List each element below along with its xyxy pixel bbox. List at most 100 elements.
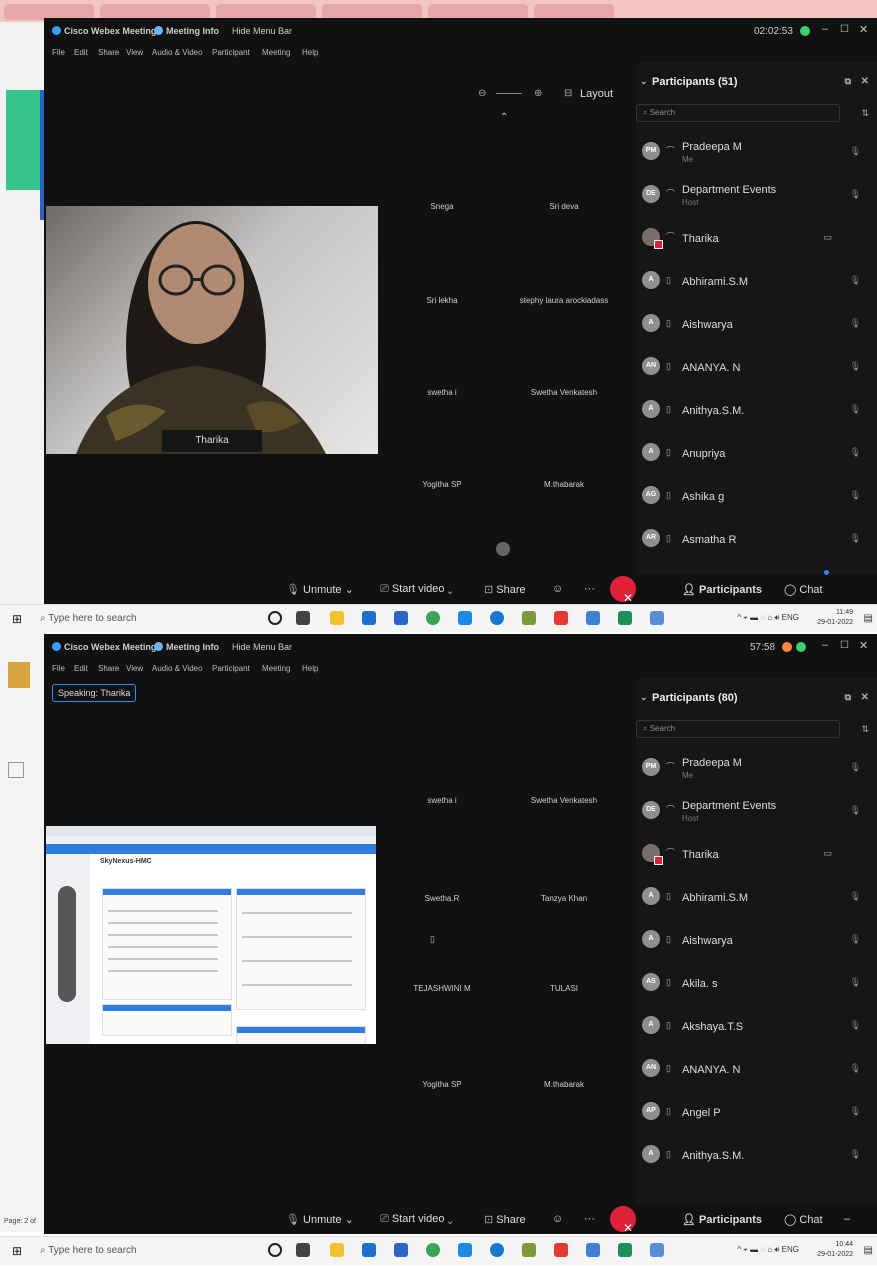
app-icon[interactable] [522,611,536,625]
mail-icon[interactable] [394,1243,408,1257]
minimize-button[interactable]: – [822,23,828,35]
hide-menu-bar-button[interactable]: Hide Menu Bar [232,26,292,36]
app-icon[interactable] [458,611,472,625]
mic-muted-icon[interactable]: 🎙︎ [850,1063,861,1074]
participants-button[interactable]: 👤︎ Participants [682,1213,762,1226]
close-button[interactable]: ✕ [859,639,868,652]
menu-participant[interactable]: Participant [212,664,250,673]
chevron-down-icon[interactable]: ⌄ [640,692,648,703]
webex-taskbar-icon[interactable] [618,1243,632,1257]
unmute-button[interactable]: 🎙︎ Unmute ⌄ [286,583,354,596]
file-explorer-icon[interactable] [330,611,344,625]
close-panel-icon[interactable]: ✕ [861,692,869,703]
sort-icon[interactable]: ⇅ [861,108,869,119]
start-video-button[interactable]: ⎚ Start video ⌄ [380,583,453,596]
menu-file[interactable]: File [52,664,65,673]
mic-muted-icon[interactable]: 🎙︎ [850,805,861,816]
chat-button[interactable]: ◯ Chat [784,583,823,596]
share-button[interactable]: ⊡ Share [484,583,526,596]
office-icon[interactable] [554,611,568,625]
mic-muted-icon[interactable]: 🎙︎ [850,1020,861,1031]
participant-row[interactable]: AN ▯ ANANYA. N 🎙︎ [636,347,877,387]
participant-search-input[interactable]: ⌕ Search [636,720,840,738]
hide-menu-bar-button[interactable]: Hide Menu Bar [232,642,292,652]
mail-icon[interactable] [394,611,408,625]
menu-audio-video[interactable]: Audio & Video [152,664,203,673]
office-icon[interactable] [554,1243,568,1257]
taskbar-search[interactable]: ⌕ Type here to search [40,608,252,629]
paste-icon[interactable] [8,662,30,688]
end-meeting-button[interactable]: ✕ [610,1206,636,1235]
zoom-in-icon[interactable]: ⊕ [534,88,542,99]
app-icon[interactable] [522,1243,536,1257]
share-button[interactable]: ⊡ Share [484,1213,526,1226]
end-meeting-button[interactable]: ✕ [610,576,636,605]
menu-share[interactable]: Share [98,664,119,673]
start-video-button[interactable]: ⎚ Start video ⌄ [380,1213,453,1226]
participant-row[interactable]: A ▯ Akshaya.T.S 🎙︎ [636,1006,877,1046]
menu-help[interactable]: Help [302,48,318,57]
reactions-icon[interactable]: ☺ [552,583,563,595]
taskbar-search[interactable]: ⌕ Type here to search [40,1240,252,1261]
menu-view[interactable]: View [126,48,143,57]
menu-participant[interactable]: Participant [212,48,250,57]
task-view-icon[interactable] [296,1243,310,1257]
cortana-icon[interactable] [268,1243,282,1257]
participant-row[interactable]: A ▯ Abhirami.S.M 🎙︎ [636,261,877,301]
participant-row[interactable]: AN ▯ ANANYA. N 🎙︎ [636,1049,877,1089]
menu-meeting[interactable]: Meeting [262,48,290,57]
popout-icon[interactable]: ⧉ [845,76,851,87]
menu-meeting[interactable]: Meeting [262,664,290,673]
participant-row[interactable]: A ▯ Anithya.S.M. 🎙︎ [636,390,877,430]
chrome-icon[interactable] [426,611,440,625]
participant-row[interactable]: A ▯ Aishwarya 🎙︎ [636,920,877,960]
app-icon[interactable] [650,1243,664,1257]
system-tray[interactable]: ^ ⌖ ▬ ◌ ⌂ 🔊︎ ENG [737,1245,799,1255]
mic-muted-icon[interactable]: 🎙︎ [850,404,861,415]
more-options-icon[interactable]: ··· [584,1213,595,1225]
mic-muted-icon[interactable]: 🎙︎ [850,1106,861,1117]
edge-icon[interactable] [490,1243,504,1257]
menu-audio-video[interactable]: Audio & Video [152,48,203,57]
mic-muted-icon[interactable]: 🎙︎ [850,891,861,902]
collapse-chevron-icon[interactable]: ⌃ [500,112,508,123]
scroll-indicator-icon[interactable] [496,542,510,556]
minimize-button[interactable]: – [822,639,828,651]
app-icon[interactable] [586,1243,600,1257]
notification-icon[interactable]: ▤ [864,613,873,624]
notification-icon[interactable]: ▤ [864,1245,873,1256]
close-button[interactable]: ✕ [859,23,868,36]
zoom-out-icon[interactable]: ⊖ [478,88,486,99]
cortana-icon[interactable] [268,611,282,625]
mic-muted-icon[interactable]: 🎙︎ [850,318,861,329]
participant-row[interactable]: A ▯ Anupriya 🎙︎ [636,433,877,473]
participant-row[interactable]: ⌒ Tharika ▭ [636,218,877,258]
participant-row[interactable]: DE ⌒ Department Events Host 🎙︎ [636,791,877,831]
mic-muted-icon[interactable]: 🎙︎ [850,447,861,458]
reactions-icon[interactable]: ☺ [552,1213,563,1225]
mic-muted-icon[interactable]: 🎙︎ [850,533,861,544]
maximize-button[interactable]: ☐ [840,24,849,35]
mic-muted-icon[interactable]: 🎙︎ [850,762,861,773]
menu-help[interactable]: Help [302,664,318,673]
participant-row[interactable]: DE ⌒ Department Events Host 🎙︎ [636,175,877,215]
chevron-down-icon[interactable]: ⌄ [640,76,648,87]
app-icon[interactable] [650,611,664,625]
participant-row[interactable]: A ▯ Aishwarya 🎙︎ [636,304,877,344]
active-speaker-video[interactable]: Tharika [46,206,378,454]
participant-search-input[interactable]: ⌕ Search [636,104,840,122]
participant-row[interactable]: AG ▯ Ashika g 🎙︎ [636,476,877,516]
file-explorer-icon[interactable] [330,1243,344,1257]
sort-icon[interactable]: ⇅ [861,724,869,735]
app-icon[interactable] [586,611,600,625]
mic-muted-icon[interactable]: 🎙︎ [850,146,861,157]
taskbar-clock[interactable]: 10:44 29-01-2022 [817,1240,853,1260]
windows-start-icon[interactable]: ⊞ [12,1244,22,1258]
close-panel-icon[interactable]: ✕ [861,76,869,87]
menu-edit[interactable]: Edit [74,48,88,57]
participant-row[interactable]: A ▯ Anithya.S.M. 🎙︎ [636,1135,877,1175]
popout-icon[interactable]: ⧉ [845,692,851,703]
unmute-button[interactable]: 🎙︎ Unmute ⌄ [286,1213,354,1226]
menu-view[interactable]: View [126,664,143,673]
app-icon[interactable] [458,1243,472,1257]
